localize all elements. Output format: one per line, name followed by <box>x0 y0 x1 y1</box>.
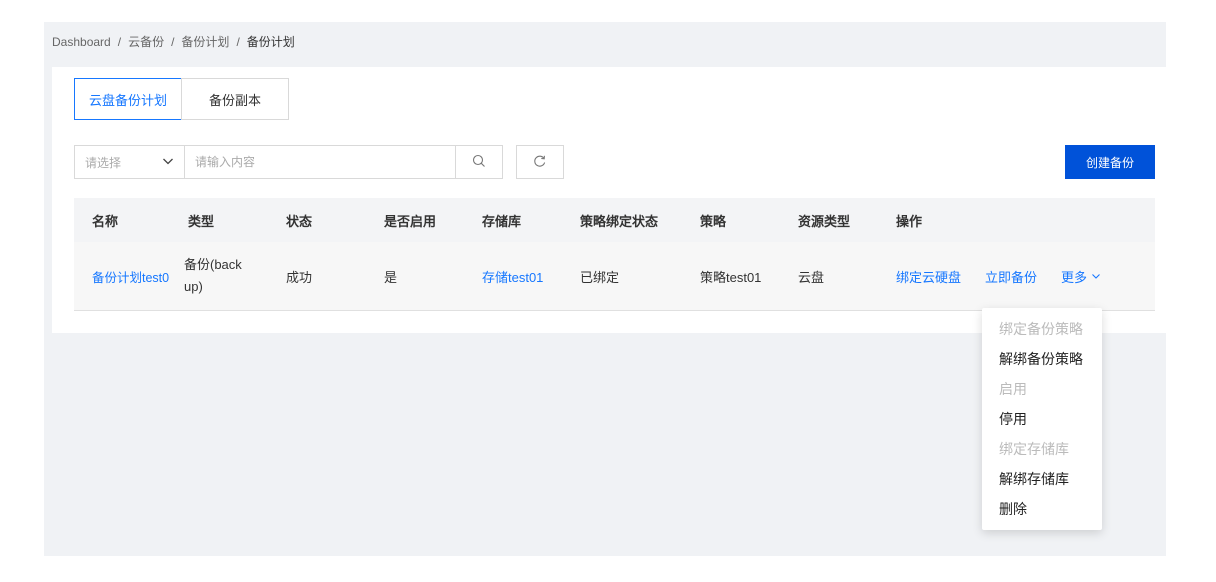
row-actions: 绑定云硬盘 立即备份 更多 <box>878 267 1155 286</box>
column-header-actions: 操作 <box>896 213 923 229</box>
policy-name: 策略test01 <box>700 269 762 285</box>
column-header-policy: 策略 <box>700 213 727 229</box>
search-input[interactable] <box>185 145 456 179</box>
column-header-policy-bind-status: 策略绑定状态 <box>580 213 659 229</box>
plan-enabled: 是 <box>384 269 398 285</box>
chevron-down-icon <box>1087 269 1101 284</box>
breadcrumb-dashboard[interactable]: Dashboard <box>52 35 111 49</box>
filter-select-placeholder: 请选择 <box>85 155 122 170</box>
breadcrumb-separator: / <box>171 34 175 49</box>
tab-disk-backup-plan[interactable]: 云盘备份计划 <box>74 78 182 120</box>
more-actions-button[interactable]: 更多 <box>1061 267 1101 286</box>
breadcrumb-backup-plan[interactable]: 备份计划 <box>181 33 229 50</box>
more-actions-label: 更多 <box>1061 269 1088 285</box>
search-icon <box>472 154 486 171</box>
resource-type: 云盘 <box>798 269 825 285</box>
backup-now-button[interactable]: 立即备份 <box>985 267 1037 286</box>
plan-type: 备份(back up) <box>170 254 268 298</box>
plan-name-link[interactable]: 备份计划test0 <box>74 267 170 286</box>
repository-link[interactable]: 存储test01 <box>464 267 562 286</box>
breadcrumb-cloud-backup[interactable]: 云备份 <box>128 33 164 50</box>
plan-type-line-1: 备份(back <box>184 257 242 272</box>
plan-type-line-2: up) <box>184 279 203 294</box>
column-header-resource-type: 资源类型 <box>798 213 851 229</box>
chevron-down-icon <box>162 155 174 170</box>
refresh-icon <box>533 154 547 171</box>
create-backup-button[interactable]: 创建备份 <box>1065 145 1155 179</box>
more-actions-menu: 绑定备份策略 解绑备份策略 启用 停用 绑定存储库 解绑存储库 删除 <box>982 308 1102 530</box>
plan-status: 成功 <box>286 269 313 285</box>
main-card: 云盘备份计划 备份副本 请选择 创建备份 名称 类型 状态 是否启用 <box>52 67 1166 333</box>
refresh-button[interactable] <box>516 145 564 179</box>
backup-plan-table: 名称 类型 状态 是否启用 存储库 策略绑定状态 策略 资源类型 操作 备份计划… <box>74 198 1155 311</box>
column-header-name: 名称 <box>92 213 119 229</box>
menu-item-unbind-backup-policy[interactable]: 解绑备份策略 <box>982 344 1102 374</box>
menu-item-bind-backup-policy: 绑定备份策略 <box>999 321 1083 337</box>
column-header-status: 状态 <box>286 213 313 229</box>
tab-backup-copies[interactable]: 备份副本 <box>181 78 289 120</box>
tab-bar: 云盘备份计划 备份副本 <box>74 78 289 120</box>
menu-item-bind-repository: 绑定存储库 <box>999 441 1069 457</box>
filter-select[interactable]: 请选择 <box>74 145 185 179</box>
menu-item-disable[interactable]: 停用 <box>982 404 1102 434</box>
column-header-type: 类型 <box>188 213 215 229</box>
column-header-repository: 存储库 <box>482 213 522 229</box>
search-button[interactable] <box>455 145 503 179</box>
table-header: 名称 类型 状态 是否启用 存储库 策略绑定状态 策略 资源类型 操作 <box>74 198 1155 242</box>
table-row: 备份计划test0 备份(back up) 成功 是 存储test01 已绑定 … <box>74 242 1155 311</box>
breadcrumb-current: 备份计划 <box>246 35 295 49</box>
filter-row: 请选择 <box>74 145 564 179</box>
menu-item-delete[interactable]: 删除 <box>982 494 1102 524</box>
column-header-enabled: 是否启用 <box>384 213 437 229</box>
breadcrumb: Dashboard / 云备份 / 备份计划 / 备份计划 <box>52 33 295 50</box>
bind-disk-button[interactable]: 绑定云硬盘 <box>896 267 961 286</box>
breadcrumb-separator: / <box>236 34 240 49</box>
policy-bind-status: 已绑定 <box>580 269 620 285</box>
menu-item-unbind-repository[interactable]: 解绑存储库 <box>982 464 1102 494</box>
menu-item-enable: 启用 <box>999 381 1027 397</box>
breadcrumb-separator: / <box>117 34 122 49</box>
